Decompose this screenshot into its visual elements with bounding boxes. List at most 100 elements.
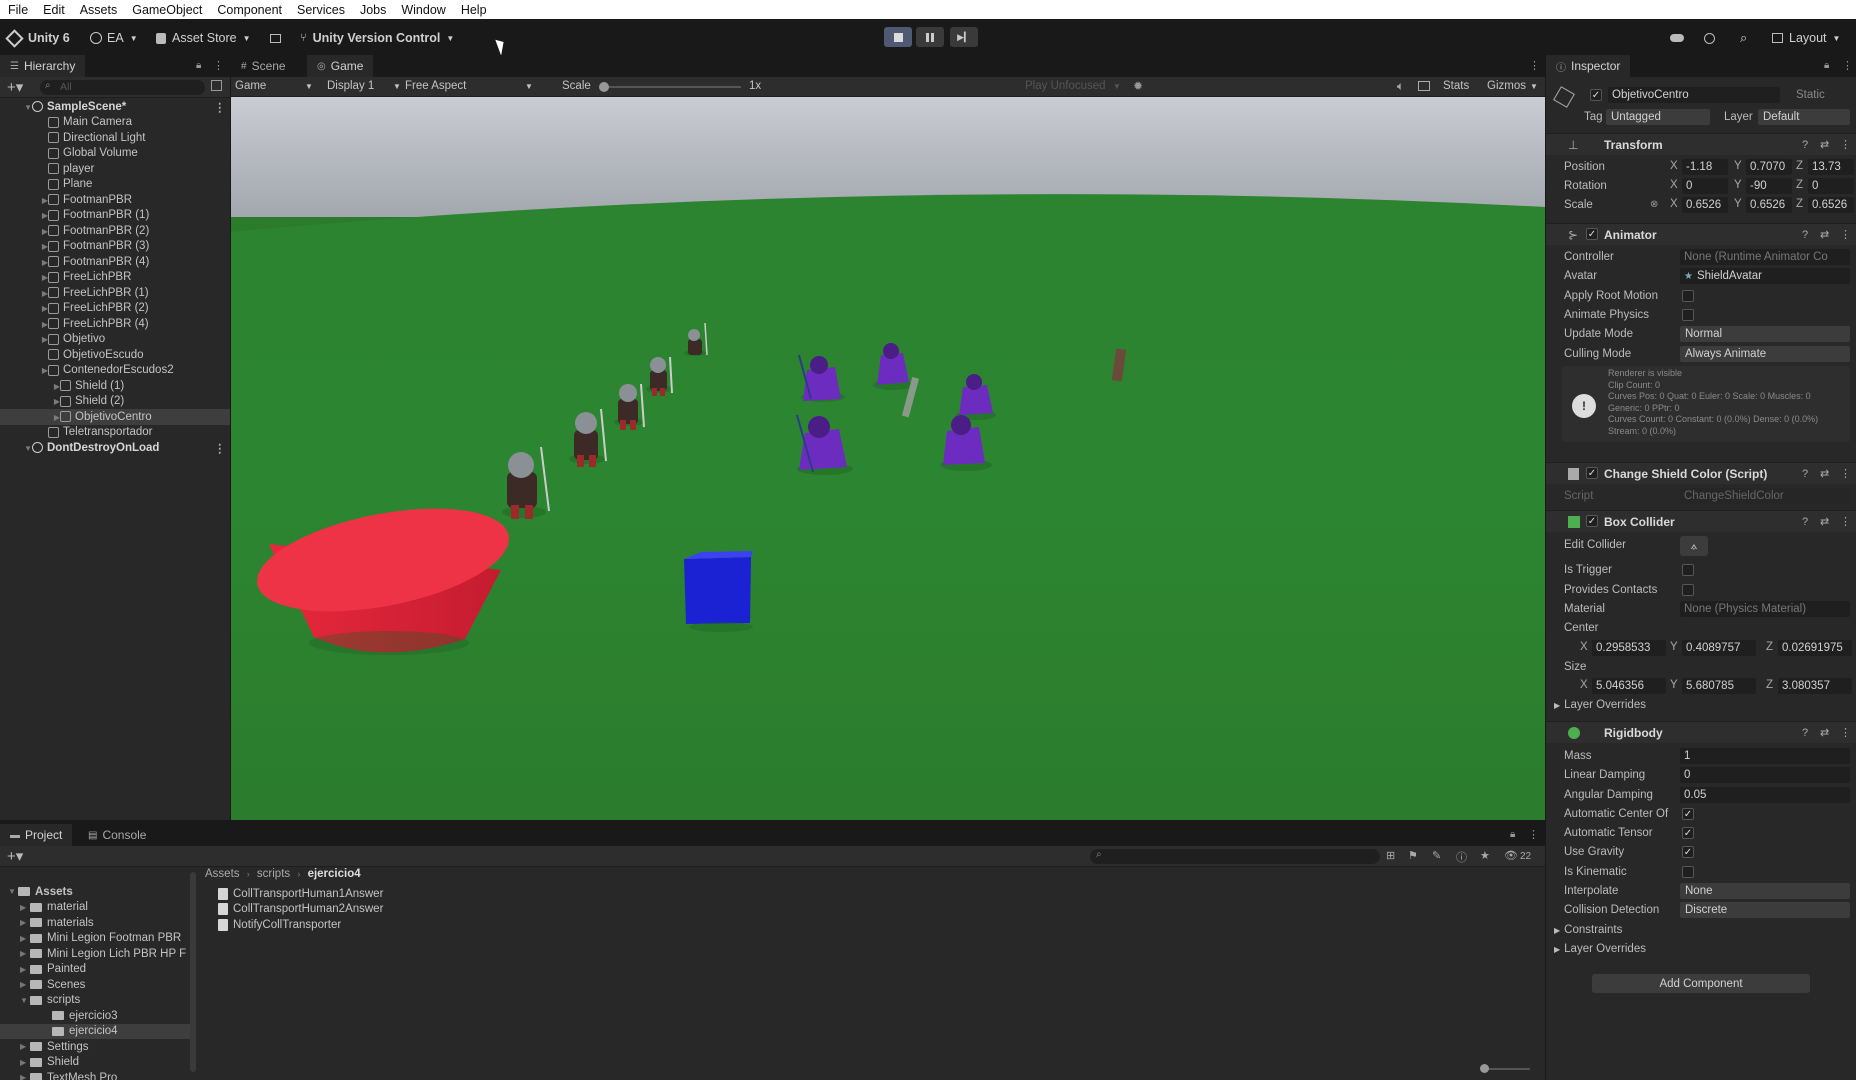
axis-y-label[interactable]: Y [1734,179,1742,191]
rotation-y-field[interactable]: -90 [1746,178,1792,194]
tab-hierarchy[interactable]: ☰ Hierarchy [0,55,86,77]
chevron-right-icon[interactable]: ▶ [38,366,48,375]
size-x-field[interactable]: 5.046356 [1592,678,1666,694]
icon-size-slider-thumb[interactable] [1480,1064,1489,1073]
play-stop-button[interactable] [884,27,912,47]
interpolate-dropdown[interactable]: None [1680,883,1850,899]
box-collider-header[interactable]: ✓ Box Collider ? ⇄ ⋮ [1546,510,1856,532]
play-focus-dropdown[interactable]: Play Unfocused ▼ [1025,80,1125,92]
chevron-right-icon[interactable]: ▶ [20,1073,30,1080]
chevron-right-icon[interactable]: ▶ [20,1042,30,1051]
rigidbody-layer-overrides[interactable]: ▶ Layer Overrides [1554,943,1646,955]
hierarchy-item[interactable]: ▶ FootmanPBR (4) [0,254,230,270]
kebab-menu-icon[interactable]: ⋮ [1529,59,1540,72]
chevron-right-icon[interactable]: ▶ [20,1058,30,1067]
hierarchy-item[interactable]: ▶ ObjetivoCentro [0,409,230,425]
hierarchy-item[interactable]: ▶ FootmanPBR (2) [0,223,230,239]
hierarchy-item[interactable]: Plane [0,177,230,193]
tab-inspector[interactable]: ⓘ Inspector [1546,55,1631,77]
version-control-dropdown[interactable]: ⑂ Unity Version Control ▼ [300,28,454,48]
info-icon[interactable]: ⓘ [1456,849,1467,865]
project-folder-item[interactable]: ▶ Scenes [0,977,190,993]
scale-slider[interactable] [599,82,741,92]
chevron-right-icon[interactable]: ▶ [20,965,30,974]
menu-window[interactable]: Window [401,3,445,17]
gizmos-button[interactable]: Gizmos [1487,80,1526,92]
chevron-down-icon[interactable]: ▼ [1530,82,1538,91]
hierarchy-item[interactable]: ▶ FreeLichPBR (1) [0,285,230,301]
tab-scene[interactable]: # Scene [231,55,296,77]
constrain-scale-icon[interactable]: ⊗ [1650,199,1658,210]
axis-x-label[interactable]: X [1670,160,1678,172]
chevron-down-icon[interactable]: ▼ [22,444,32,453]
search-button[interactable]: ⌕ [1740,28,1747,48]
project-folder-item[interactable]: ▶ materials [0,915,190,931]
lock-icon[interactable]: 🔒︎ [1510,829,1515,840]
help-icon[interactable]: ? [1802,229,1808,241]
kebab-menu-icon[interactable]: ⋮ [1840,726,1851,739]
size-z-field[interactable]: 3.080357 [1778,678,1852,694]
add-component-button[interactable]: Add Component [1592,974,1810,993]
package-icon-button[interactable] [270,28,281,48]
project-folder-item[interactable]: ejercicio3 [0,1008,190,1024]
provides-contacts-checkbox[interactable] [1682,584,1694,596]
is-trigger-checkbox[interactable] [1682,564,1694,576]
chevron-right-icon[interactable]: ▶ [38,273,48,282]
account-dropdown[interactable]: EA ▼ [90,28,138,48]
chevron-down-icon[interactable]: ▼ [20,996,30,1005]
stats-icon[interactable] [1418,81,1430,91]
project-folder-item[interactable]: ▶ material [0,900,190,916]
preset-icon[interactable]: ⇄ [1820,138,1829,151]
stats-button[interactable]: Stats [1443,80,1469,92]
kebab-menu-icon[interactable]: ⋮ [1528,828,1539,841]
menu-gameobject[interactable]: GameObject [132,3,202,17]
breadcrumb-ejercicio4[interactable]: ejercicio4 [308,868,361,880]
cloud-button[interactable] [1670,28,1684,48]
kebab-menu-icon[interactable]: ⋮ [213,59,224,72]
chevron-right-icon[interactable]: ▶ [38,196,48,205]
aspect-dropdown[interactable]: Free Aspect ▼ [405,80,535,92]
project-folder-item[interactable]: ▼ Assets [0,884,190,900]
menu-assets[interactable]: Assets [80,3,118,17]
angular-damping-field[interactable]: 0.05 [1680,787,1850,803]
filter-log-icon[interactable]: ✎ [1432,849,1441,862]
edit-collider-button[interactable]: ⟑ [1680,536,1708,556]
scale-slider-thumb[interactable] [599,82,609,92]
project-tree-scrollbar[interactable] [190,872,196,1072]
hierarchy-item[interactable]: Directional Light [0,130,230,146]
preset-icon[interactable]: ⇄ [1820,515,1829,528]
rigidbody-header[interactable]: Rigidbody ? ⇄ ⋮ [1546,721,1856,743]
favorite-icon[interactable]: ★ [1480,849,1490,862]
hierarchy-item[interactable]: ObjetivoEscudo [0,347,230,363]
project-folder-item[interactable]: ▶ Painted [0,962,190,978]
kebab-menu-icon[interactable]: ⋮ [1840,467,1851,480]
unity-version-button[interactable]: Unity 6 [5,28,70,48]
hierarchy-item[interactable]: ▶ Objetivo [0,332,230,348]
step-button[interactable]: ▶▎ [950,27,978,47]
culling-mode-dropdown[interactable]: Always Animate [1680,346,1850,362]
hierarchy-item[interactable]: ▶ Shield (1) [0,378,230,394]
menu-jobs[interactable]: Jobs [360,3,386,17]
help-icon[interactable]: ? [1802,516,1808,528]
material-field[interactable]: None (Physics Material) [1680,601,1850,617]
help-icon[interactable]: ? [1802,468,1808,480]
collider-layer-overrides[interactable]: ▶ Layer Overrides [1554,699,1646,711]
hierarchy-item[interactable]: ▶ FreeLichPBR (4) [0,316,230,332]
chevron-right-icon[interactable]: ▶ [20,918,30,927]
hierarchy-item[interactable]: Teletransportador [0,425,230,441]
filter-type-icon[interactable]: ⊞ [1386,849,1395,862]
add-icon[interactable]: +▾ [7,78,23,96]
project-file-item[interactable]: NotifyCollTransporter [218,917,341,933]
change-shield-color-header[interactable]: ✓ Change Shield Color (Script) ? ⇄ ⋮ [1546,462,1856,484]
root-motion-checkbox[interactable] [1682,290,1694,302]
chevron-right-icon[interactable]: ▶ [38,304,48,313]
chevron-right-icon[interactable]: ▶ [20,949,30,958]
transform-header[interactable]: ⊥ Transform ? ⇄ ⋮ [1546,133,1856,155]
center-y-field[interactable]: 0.4089757 [1682,640,1756,656]
center-z-field[interactable]: 0.02691975 [1778,640,1852,656]
menu-help[interactable]: Help [461,3,487,17]
chevron-down-icon[interactable]: ▼ [8,887,18,896]
chevron-right-icon[interactable]: ▶ [38,335,48,344]
rotation-x-field[interactable]: 0 [1682,178,1728,194]
hierarchy-item[interactable]: player [0,161,230,177]
